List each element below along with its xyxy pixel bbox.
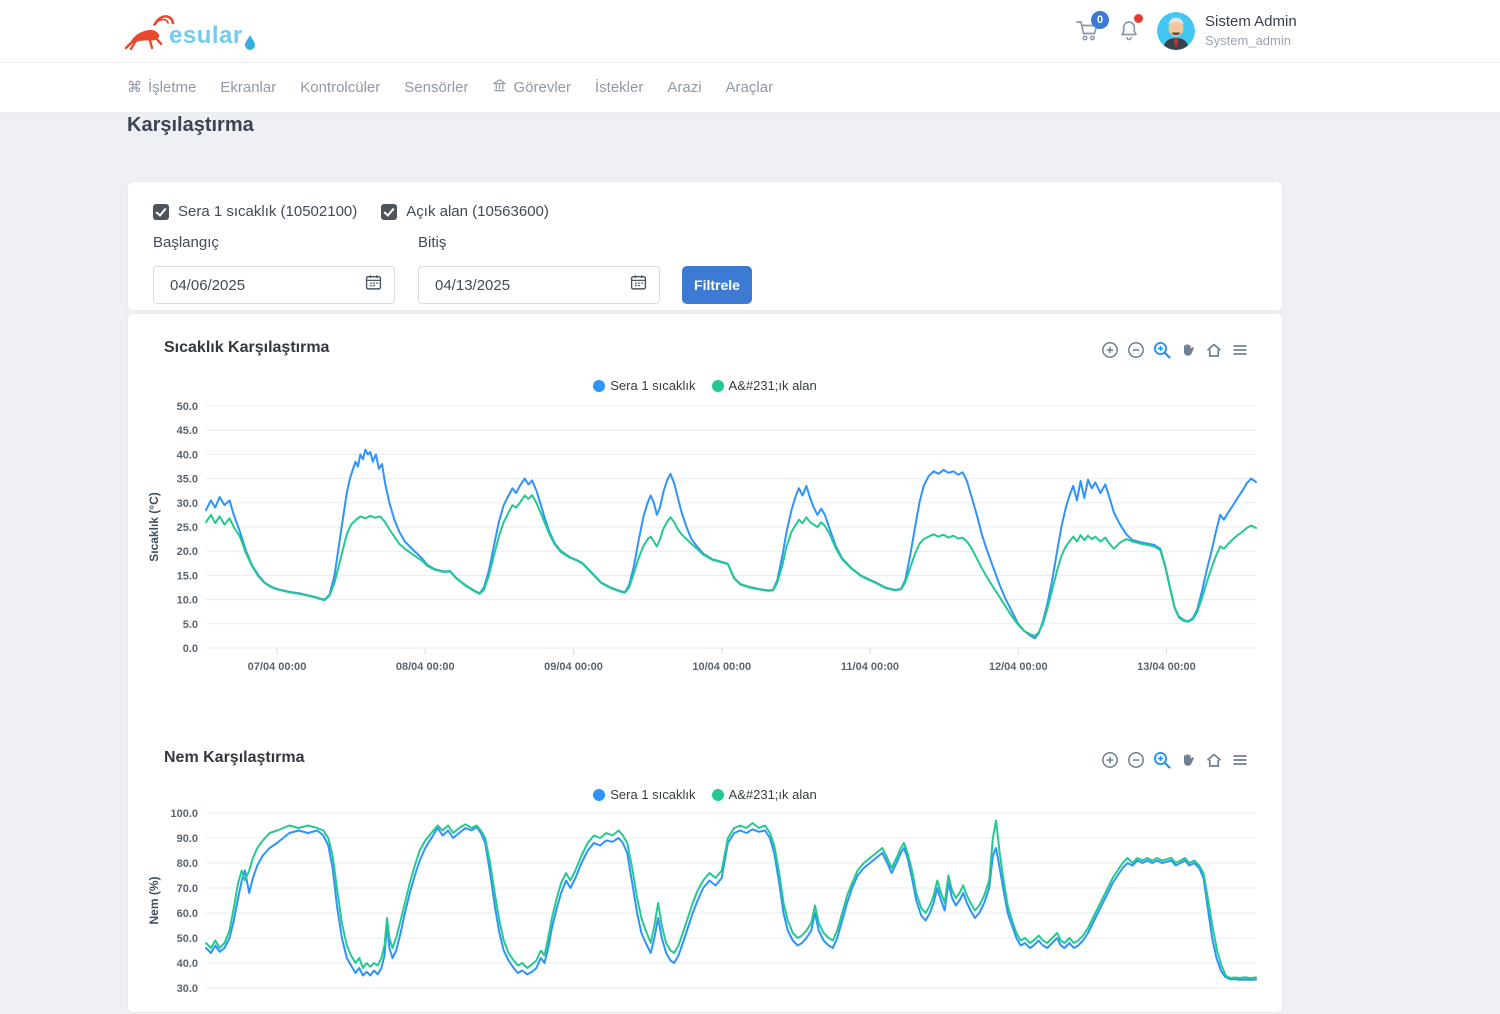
svg-text:60.0: 60.0	[177, 908, 198, 920]
temperature-chart-toolbar	[1101, 341, 1249, 359]
nav-item-sensorler[interactable]: Sensörler	[404, 79, 468, 96]
svg-text:20.0: 20.0	[177, 546, 198, 558]
home-icon[interactable]	[1205, 751, 1223, 769]
humidity-chart-title: Nem Karşılaştırma	[164, 749, 305, 767]
bank-icon	[492, 78, 507, 97]
start-date-input[interactable]: 04/06/2025	[153, 266, 395, 304]
svg-text:09/04 00:00: 09/04 00:00	[544, 661, 603, 673]
end-date-input[interactable]: 04/13/2025	[418, 266, 660, 304]
menu-icon[interactable]	[1231, 341, 1249, 359]
svg-text:50.0: 50.0	[177, 401, 198, 413]
cart-badge: 0	[1091, 11, 1109, 29]
app-header: esular 0 Sistem Admin System_admin	[0, 0, 1500, 63]
menu-icon[interactable]	[1231, 751, 1249, 769]
checkbox-sera1-sicaklik[interactable]: Sera 1 sıcaklık (10502100)	[153, 203, 357, 220]
zoom-in-icon[interactable]	[1101, 751, 1119, 769]
page-title: Karşılaştırma	[127, 114, 254, 137]
logo-text: esular	[169, 17, 243, 55]
legend-item-acik-alan[interactable]: A&#231;ık alan	[712, 378, 817, 393]
svg-text:45.0: 45.0	[177, 425, 198, 437]
svg-text:Nem (%): Nem (%)	[147, 876, 161, 924]
svg-text:11/04 00:00: 11/04 00:00	[841, 661, 899, 673]
calendar-icon[interactable]	[365, 274, 382, 296]
selection-zoom-icon[interactable]	[1153, 341, 1171, 359]
legend-dot-blue	[593, 380, 605, 392]
svg-text:40.0: 40.0	[177, 449, 198, 461]
svg-text:70.0: 70.0	[177, 883, 198, 895]
svg-text:90.0: 90.0	[177, 833, 198, 845]
filter-card: Sera 1 sıcaklık (10502100) Açık alan (10…	[127, 181, 1283, 311]
cart-button[interactable]: 0	[1075, 18, 1105, 48]
sensor-checkbox-row: Sera 1 sıcaklık (10502100) Açık alan (10…	[153, 203, 549, 220]
svg-text:0.0: 0.0	[183, 643, 198, 655]
filter-button[interactable]: Filtrele	[682, 266, 752, 304]
chart-card: Sıcaklık Karşılaştırma Sera 1 sıcaklık A…	[127, 313, 1283, 1013]
notification-dot	[1134, 14, 1143, 23]
svg-text:40.0: 40.0	[177, 958, 198, 970]
user-name: Sistem Admin	[1205, 13, 1297, 30]
svg-text:10/04 00:00: 10/04 00:00	[692, 661, 751, 673]
svg-text:80.0: 80.0	[177, 858, 198, 870]
temperature-chart-legend: Sera 1 sıcaklık A&#231;ık alan	[128, 378, 1282, 393]
svg-text:07/04 00:00: 07/04 00:00	[248, 661, 307, 673]
zoom-in-icon[interactable]	[1101, 341, 1119, 359]
home-icon[interactable]	[1205, 341, 1223, 359]
app-logo[interactable]: esular	[123, 10, 256, 55]
nav-item-arazi[interactable]: Arazi	[667, 79, 701, 96]
checkbox-checked-icon	[153, 204, 169, 220]
temperature-chart-plot[interactable]: 0.0 5.0 10.0 15.0 20.0 25.0 30.0 35.0 40.0 45.0 50…	[136, 396, 1261, 686]
start-date-label: Başlangıç	[153, 234, 219, 251]
legend-dot-blue	[593, 789, 605, 801]
water-drop-icon	[244, 34, 256, 55]
zoom-out-icon[interactable]	[1127, 341, 1145, 359]
nav-item-kontrolculer[interactable]: Kontrolcüler	[300, 79, 380, 96]
legend-dot-green	[712, 789, 724, 801]
notifications-button[interactable]	[1118, 18, 1148, 48]
end-date-label: Bitiş	[418, 234, 446, 251]
command-icon: ⌘	[127, 78, 142, 96]
calendar-icon[interactable]	[630, 274, 647, 296]
checkbox-acik-alan[interactable]: Açık alan (10563600)	[381, 203, 549, 220]
legend-item-sera1[interactable]: Sera 1 sıcaklık	[593, 378, 695, 393]
humidity-chart-plot[interactable]: 30.0 40.0 50.0 60.0 70.0 80.0 90.0 100.0 Nem (%)	[136, 801, 1261, 1014]
goat-logo-icon	[123, 10, 175, 55]
svg-text:5.0: 5.0	[183, 619, 198, 631]
nav-item-istekler[interactable]: İstekler	[595, 79, 643, 96]
nav-item-araclar[interactable]: Araçlar	[726, 79, 774, 96]
svg-text:13/04 00:00: 13/04 00:00	[1137, 661, 1196, 673]
main-nav: ⌘ İşletme Ekranlar Kontrolcüler Sensörle…	[0, 62, 1500, 113]
checkbox-checked-icon	[381, 204, 397, 220]
svg-text:50.0: 50.0	[177, 933, 198, 945]
svg-text:08/04 00:00: 08/04 00:00	[396, 661, 455, 673]
legend-item-sera1[interactable]: Sera 1 sıcaklık	[593, 787, 695, 802]
pan-hand-icon[interactable]	[1179, 341, 1197, 359]
svg-text:25.0: 25.0	[177, 522, 198, 534]
user-handle: System_admin	[1205, 33, 1291, 48]
humidity-chart-legend: Sera 1 sıcaklık A&#231;ık alan	[128, 787, 1282, 802]
zoom-out-icon[interactable]	[1127, 751, 1145, 769]
legend-dot-green	[712, 380, 724, 392]
svg-text:10.0: 10.0	[177, 595, 198, 607]
svg-text:12/04 00:00: 12/04 00:00	[989, 661, 1048, 673]
svg-text:30.0: 30.0	[177, 498, 198, 510]
svg-text:35.0: 35.0	[177, 474, 198, 486]
svg-text:Sıcaklık (°C): Sıcaklık (°C)	[147, 492, 161, 562]
humidity-chart-toolbar	[1101, 751, 1249, 769]
legend-item-acik-alan[interactable]: A&#231;ık alan	[712, 787, 817, 802]
svg-text:100.0: 100.0	[170, 808, 198, 820]
nav-item-gorevler[interactable]: Görevler	[492, 78, 571, 97]
temperature-chart-title: Sıcaklık Karşılaştırma	[164, 339, 329, 357]
svg-text:30.0: 30.0	[177, 983, 198, 995]
avatar[interactable]	[1157, 12, 1195, 50]
nav-item-isletme[interactable]: ⌘ İşletme	[127, 78, 196, 96]
svg-text:15.0: 15.0	[177, 570, 198, 582]
pan-hand-icon[interactable]	[1179, 751, 1197, 769]
selection-zoom-icon[interactable]	[1153, 751, 1171, 769]
nav-item-ekranlar[interactable]: Ekranlar	[220, 79, 276, 96]
